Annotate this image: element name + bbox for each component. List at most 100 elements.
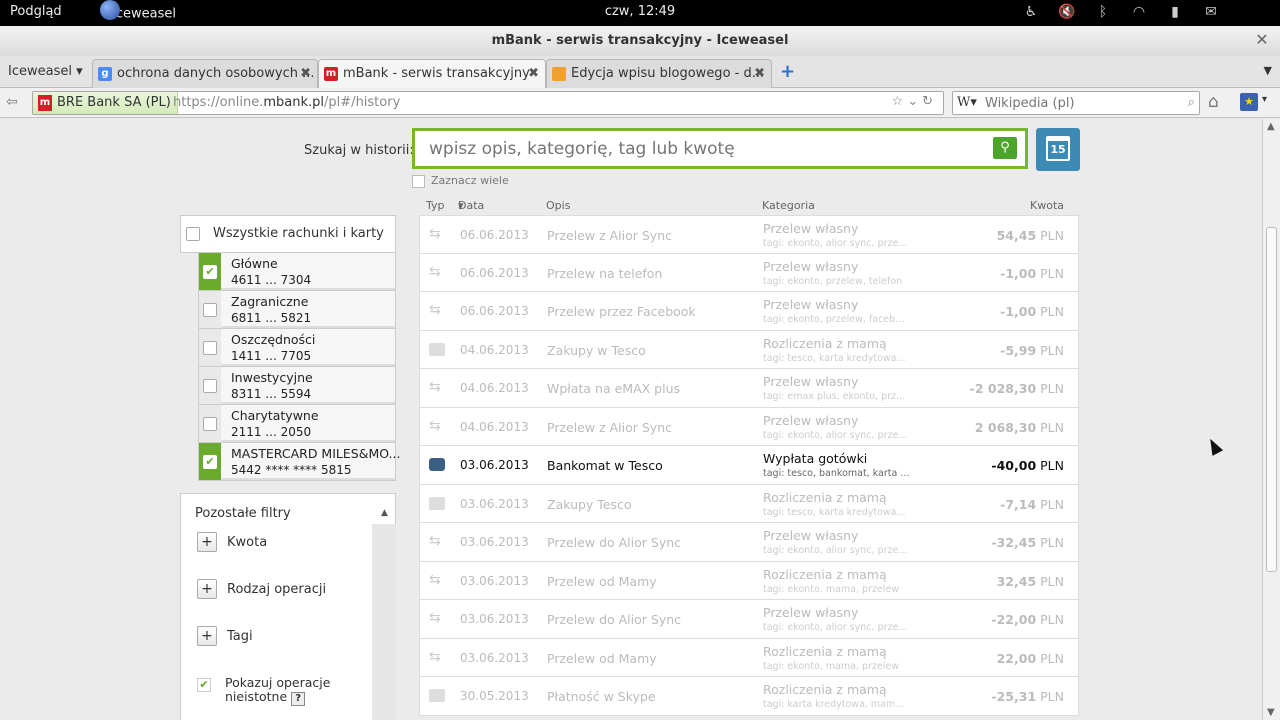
checkmark-icon[interactable]: ✔ [197,678,211,692]
activities-button[interactable]: Podgląd [10,4,62,19]
row-category[interactable]: Przelew własny [763,297,858,312]
battery-icon[interactable]: ▮ [1166,3,1184,21]
account-checkbox[interactable] [203,417,217,431]
scroll-down-icon[interactable]: ▼ [1267,707,1275,718]
url-bar[interactable]: m BRE Bank SA (PL) https://online.mbank.p… [32,91,944,115]
table-row[interactable]: ⇆ 06.06.2013 Przelew z Alior Sync Przelew w… [419,215,1079,254]
all-accounts-checkbox[interactable] [186,227,200,241]
close-tab-icon[interactable]: ✖ [754,60,765,88]
account-checkbox[interactable]: ✔ [203,265,217,279]
account-item[interactable]: ✔ Główne 4611 ... 7304 [198,253,396,291]
account-item[interactable]: Charytatywne 2111 ... 2050 [198,405,396,443]
table-row[interactable]: ⇆ 04.06.2013 Przelew z Alior Sync Przelew w… [419,407,1079,446]
row-category[interactable]: Rozliczenia z mamą [763,644,887,659]
filter-operation-type[interactable]: + Rodzaj operacji [197,579,326,599]
account-item[interactable]: Oszczędności 1411 ... 7705 [198,329,396,367]
account-checkbox-area[interactable] [199,367,221,404]
tab-blog[interactable]: Edycja wpisu blogowego - d... ✖ [546,59,772,88]
search-bar[interactable]: W▾ ⌕ [952,91,1200,115]
account-checkbox-area[interactable] [199,291,221,328]
account-item[interactable]: ✔ MASTERCARD MILES&MO... 5442 **** **** 58… [198,443,400,481]
bluetooth-icon[interactable]: ᛒ [1094,3,1112,21]
chat-icon[interactable]: ✉ [1202,3,1220,21]
account-checkbox[interactable]: ✔ [203,455,217,469]
filter-tags[interactable]: + Tagi [197,626,253,646]
dropdown-icon[interactable]: ⌄ [907,94,922,109]
account-checkbox-area[interactable] [199,329,221,366]
list-all-tabs-icon[interactable]: ▼ [1264,64,1272,77]
extension-icon[interactable]: ★ [1240,93,1258,111]
table-row[interactable]: ⇆ 03.06.2013 Przelew do Alior Sync Przelew … [419,600,1079,639]
account-checkbox-area[interactable] [199,405,221,442]
page-scrollbar[interactable]: ▲ ▼ [1262,119,1280,720]
reload-icon[interactable]: ↻ [922,94,937,109]
collapse-arrow-icon[interactable]: ▲ [381,508,388,518]
table-row[interactable]: ⇆ 06.06.2013 Przelew na telefon Przelew wła… [419,253,1079,292]
row-category[interactable]: Rozliczenia z mamą [763,682,887,697]
help-icon[interactable]: ? [291,692,306,706]
all-accounts-item[interactable]: Wszystkie rachunki i karty [180,215,396,253]
filters-scrollbar[interactable] [372,524,396,720]
calendar-button[interactable]: 15 [1036,128,1080,171]
account-checkbox-area[interactable]: ✔ [199,253,221,290]
new-tab-button[interactable]: + [780,61,795,82]
table-row[interactable]: ⇆ 06.06.2013 Przelew przez Facebook Przelew… [419,292,1079,331]
row-category[interactable]: Rozliczenia z mamą [763,336,887,351]
wikipedia-engine-icon[interactable]: W▾ [957,95,977,110]
column-type[interactable]: Typ [426,199,445,212]
account-checkbox-area[interactable]: ✔ [199,443,221,480]
bookmark-star-icon[interactable]: ☆ [892,94,908,109]
table-row[interactable]: 30.05.2013 Płatność w Skype Rozliczenia z … [419,677,1079,716]
row-category[interactable]: Przelew własny [763,605,858,620]
table-row[interactable]: ⇆ 03.06.2013 Przelew od Mamy Rozliczenia z … [419,638,1079,677]
row-category[interactable]: Przelew własny [763,528,858,543]
tab-google[interactable]: g ochrona danych osobowych ... ✖ [92,59,318,88]
close-window-icon[interactable]: ✕ [1252,31,1272,51]
app-menu[interactable]: Iceweasel [100,0,176,24]
table-row[interactable]: 04.06.2013 Zakupy w Tesco Rozliczenia z ma… [419,330,1079,369]
url-text[interactable]: https://online.mbank.pl/pl#/history [173,95,400,110]
column-description[interactable]: Opis [546,199,570,212]
row-category[interactable]: Przelew własny [763,259,858,274]
search-icon[interactable]: ⌕ [1188,95,1195,110]
iceweasel-menu-button[interactable]: Iceweasel ▾ [8,64,83,79]
close-tab-icon[interactable]: ✖ [528,60,539,88]
row-category[interactable]: Przelew własny [763,413,858,428]
home-icon[interactable]: ⌂ [1208,92,1219,112]
table-row[interactable]: 03.06.2013 Bankomat w Tesco Wypłata gotówk… [419,446,1079,485]
plus-icon[interactable]: + [197,579,217,599]
row-category[interactable]: Przelew własny [763,374,858,389]
account-checkbox[interactable] [203,303,217,317]
site-identity[interactable]: m BRE Bank SA (PL) [33,92,178,114]
row-category[interactable]: Przelew własny [763,221,858,236]
table-row[interactable]: 03.06.2013 Zakupy Tesco Rozliczenia z mamą… [419,484,1079,523]
account-item[interactable]: Zagraniczne 6811 ... 5821 [198,291,396,329]
row-category[interactable]: Rozliczenia z mamą [763,490,887,505]
account-item[interactable]: Inwestycyjne 8311 ... 5594 [198,367,396,405]
table-row[interactable]: ⇆ 03.06.2013 Przelew do Alior Sync Przelew … [419,523,1079,562]
plus-icon[interactable]: + [197,626,217,646]
account-checkbox[interactable] [203,379,217,393]
plus-icon[interactable]: + [197,532,217,552]
row-category[interactable]: Wypłata gotówki [763,451,867,466]
select-multiple-checkbox[interactable] [412,174,425,188]
web-search-input[interactable] [985,94,1175,112]
account-checkbox[interactable] [203,341,217,355]
extension-dropdown-icon[interactable]: ▾ [1262,94,1267,105]
volume-muted-icon[interactable]: 🔇 [1058,3,1076,21]
search-icon[interactable]: ⚲ [993,137,1017,159]
column-category[interactable]: Kategoria [762,199,815,212]
row-category[interactable]: Rozliczenia z mamą [763,567,887,582]
filter-amount[interactable]: + Kwota [197,532,267,552]
table-row[interactable]: ⇆ 03.06.2013 Przelew od Mamy Rozliczenia z … [419,561,1079,600]
table-row[interactable]: ⇆ 04.06.2013 Wpłata na eMAX plus Przelew wł… [419,369,1079,408]
select-multiple[interactable]: Zaznacz wiele [412,174,509,188]
history-search-input[interactable] [429,138,989,160]
back-arrow-icon[interactable]: ⇦ [6,94,18,110]
close-tab-icon[interactable]: ✖ [300,60,311,88]
scrollbar-thumb[interactable] [1266,227,1277,572]
tab-mbank[interactable]: m mBank - serwis transakcyjny ✖ [318,59,546,88]
wifi-icon[interactable]: ◠ [1130,3,1148,21]
scroll-up-icon[interactable]: ▲ [1267,121,1275,132]
accessibility-icon[interactable]: ♿ [1022,3,1040,21]
